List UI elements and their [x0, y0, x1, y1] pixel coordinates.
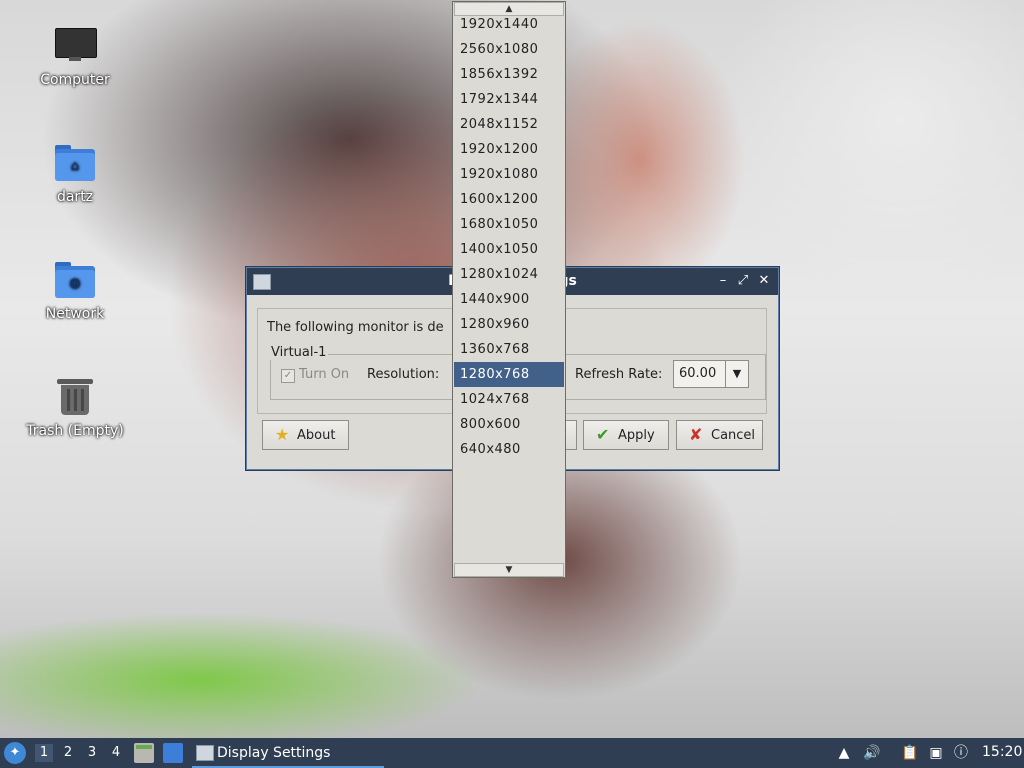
resolution-option[interactable]: 1440x900 [454, 287, 564, 312]
clipboard-icon[interactable]: 📋 [901, 743, 919, 763]
resolution-option[interactable]: 1680x1050 [454, 212, 564, 237]
scroll-up-arrow-icon[interactable]: ▲ [454, 2, 564, 16]
desktop-icon-computer[interactable]: Computer [15, 22, 135, 88]
resolution-option[interactable]: 1792x1344 [454, 87, 564, 112]
checkmark-icon: ✔ [596, 425, 610, 444]
resolution-options: 1920x1440 2560x1080 1856x1392 1792x1344 … [454, 12, 564, 462]
desktop-icon-label: dartz [56, 189, 94, 205]
desktop-icon-label: Network [45, 306, 105, 322]
maximize-icon[interactable]: ⤢ [734, 272, 752, 290]
monitor-info-text: The following monitor is de [267, 320, 444, 335]
resolution-option[interactable]: 1400x1050 [454, 237, 564, 262]
network-icon[interactable]: ▣ [927, 743, 945, 763]
resolution-dropdown-list[interactable]: 1920x1440 2560x1080 1856x1392 1792x1344 … [452, 1, 566, 578]
resolution-option[interactable]: 1600x1200 [454, 187, 564, 212]
resolution-option[interactable]: 2048x1152 [454, 112, 564, 137]
resolution-option[interactable]: 2560x1080 [454, 37, 564, 62]
minimize-icon[interactable]: – [714, 272, 732, 290]
turn-on-checkbox[interactable]: ✓ [281, 369, 295, 383]
resolution-option[interactable]: 800x600 [454, 412, 564, 437]
workspace-3[interactable]: 3 [83, 744, 101, 762]
desktop-icon-label: Trash (Empty) [26, 423, 124, 439]
network-folder-icon: ◍ [51, 256, 99, 304]
refresh-rate-value: 60.00 [679, 366, 717, 381]
resolution-option[interactable]: 1920x1200 [454, 137, 564, 162]
scroll-down-arrow-icon[interactable]: ▼ [454, 563, 564, 577]
resolution-option[interactable]: 1856x1392 [454, 62, 564, 87]
close-icon[interactable]: ✕ [755, 272, 773, 290]
window-app-icon [196, 745, 214, 761]
notification-icon[interactable]: ⓘ [952, 743, 970, 763]
tray-up-arrow-icon[interactable]: ▲ [835, 743, 853, 763]
file-manager-icon[interactable] [134, 743, 154, 763]
taskbar: ✦ 1 2 3 4 Display Settings ▲ 🔊 📋 ▣ ⓘ 15:… [0, 738, 1024, 768]
chevron-down-icon[interactable]: ▼ [725, 361, 748, 387]
resolution-option-selected[interactable]: 1280x768 [454, 362, 564, 387]
refresh-rate-select[interactable]: 60.00 ▼ [673, 360, 749, 388]
start-menu-icon[interactable]: ✦ [4, 742, 26, 764]
home-folder-icon: ⌂ [51, 139, 99, 187]
about-button[interactable]: ★ About [262, 420, 349, 450]
resolution-option[interactable]: 1280x1024 [454, 262, 564, 287]
workspace-2[interactable]: 2 [59, 744, 77, 762]
resolution-option[interactable]: 1280x960 [454, 312, 564, 337]
show-desktop-icon[interactable] [163, 743, 183, 763]
resolution-label: Resolution: [367, 367, 440, 382]
clock: 15:20 [982, 744, 1023, 760]
resolution-option[interactable]: 640x480 [454, 437, 564, 462]
desktop-icon-home-folder[interactable]: ⌂ dartz [15, 139, 135, 205]
monitor-name: Virtual-1 [269, 345, 329, 360]
task-title: Display Settings [217, 745, 331, 761]
star-icon: ★ [275, 425, 290, 444]
resolution-option[interactable]: 1920x1080 [454, 162, 564, 187]
turn-on-label: Turn On [299, 367, 350, 382]
refresh-rate-label: Refresh Rate: [575, 367, 663, 382]
taskbar-task-display-settings[interactable]: Display Settings [192, 740, 384, 768]
resolution-option[interactable]: 1360x768 [454, 337, 564, 362]
desktop-icon-network[interactable]: ◍ Network [15, 256, 135, 322]
desktop-icon-label: Computer [40, 72, 110, 88]
workspace-4[interactable]: 4 [107, 744, 125, 762]
trash-icon [51, 373, 99, 421]
desktop-icon-trash[interactable]: Trash (Empty) [15, 373, 135, 439]
cancel-x-icon: ✘ [689, 425, 703, 444]
apply-button[interactable]: ✔ Apply [583, 420, 669, 450]
volume-icon[interactable]: 🔊 [863, 743, 881, 763]
resolution-option[interactable]: 1024x768 [454, 387, 564, 412]
cancel-button[interactable]: ✘ Cancel [676, 420, 763, 450]
workspace-1[interactable]: 1 [35, 744, 53, 762]
computer-icon [51, 22, 99, 70]
